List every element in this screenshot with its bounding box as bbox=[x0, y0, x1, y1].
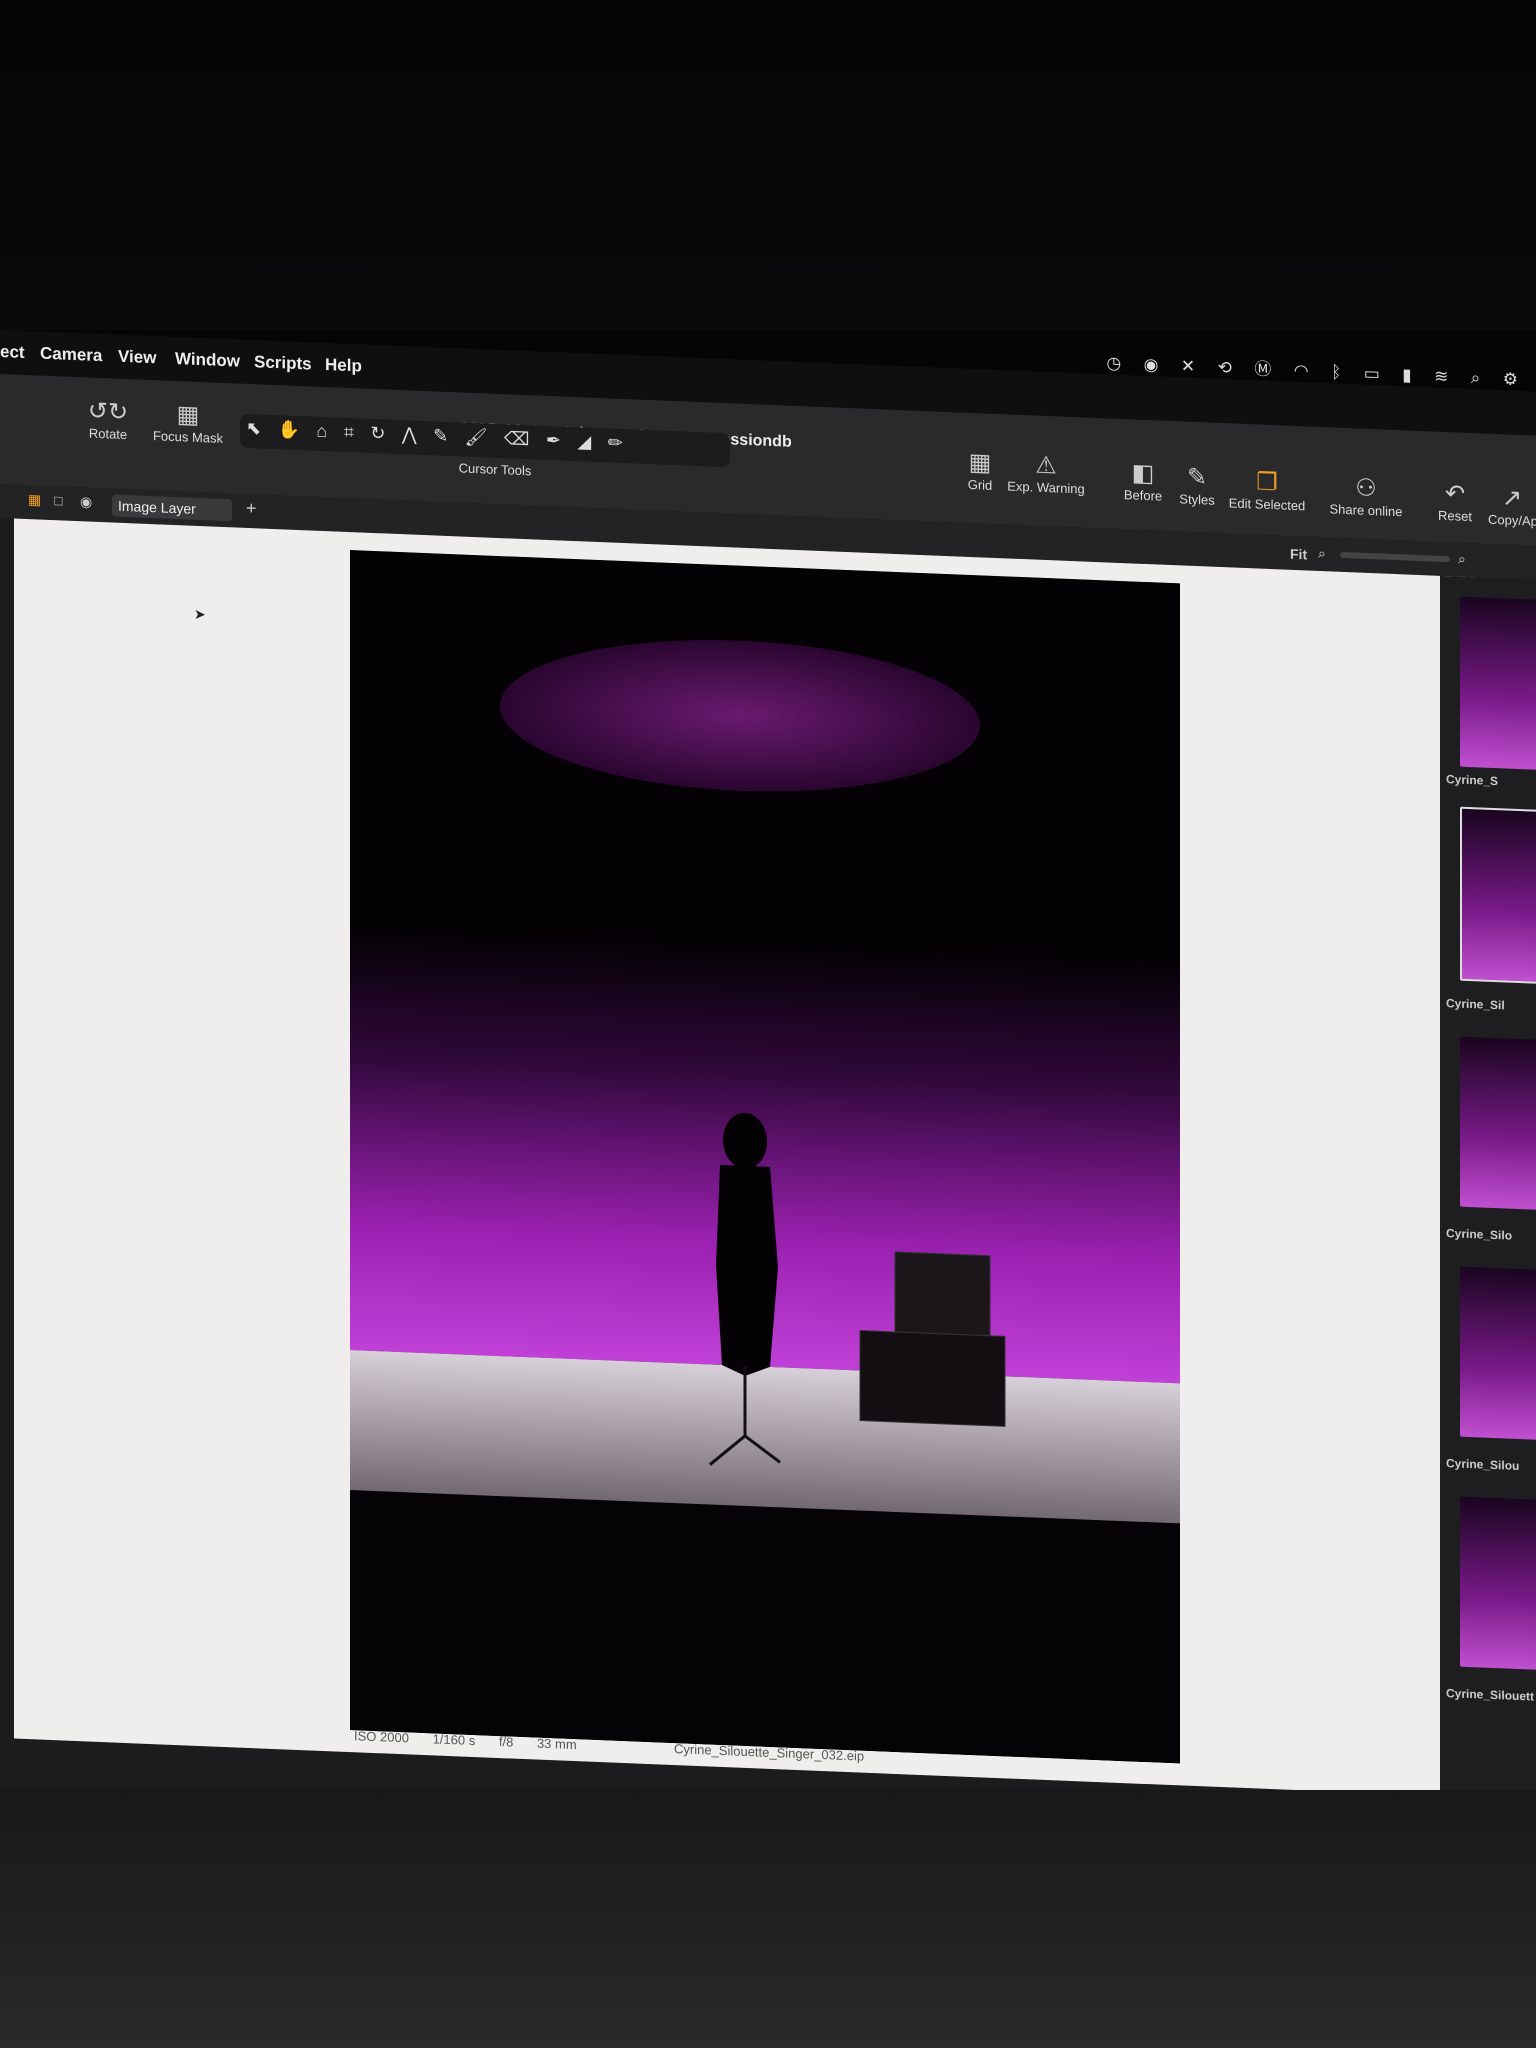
rotate-label: Rotate bbox=[88, 425, 128, 443]
iso-value: ISO 2000 bbox=[354, 1728, 409, 1746]
zoom-in-icon[interactable]: ⌕ bbox=[1458, 551, 1466, 568]
thumbnail[interactable] bbox=[1460, 1036, 1536, 1210]
control-center-icon[interactable]: ⚙ bbox=[1503, 369, 1518, 390]
rotate-icon: ↺↻ bbox=[87, 397, 129, 427]
focus-mask-button[interactable]: ▦ Focus Mask bbox=[148, 400, 228, 446]
cursor-tools-label: Cursor Tools bbox=[458, 460, 532, 479]
edit-selected-label: Edit Selected bbox=[1228, 495, 1306, 514]
zoom-slider[interactable] bbox=[1340, 551, 1450, 563]
thumbnail-browser: Cyrine_S Cyrine_Sil Cyrine_Silo Cyrine_S… bbox=[1440, 575, 1536, 1800]
mute-icon[interactable]: ✕ bbox=[1181, 356, 1195, 377]
crop-tool-icon[interactable]: ⌗ bbox=[344, 422, 354, 443]
thumbnail-label: Cyrine_Silo bbox=[1446, 1226, 1513, 1243]
search-icon[interactable]: ⌕ bbox=[1471, 368, 1481, 388]
focus-mask-label: Focus Mask bbox=[152, 428, 224, 446]
grid-button[interactable]: ▦ Grid bbox=[960, 449, 1000, 494]
battery-icon[interactable]: ▮ bbox=[1402, 365, 1411, 385]
reset-icon: ↶ bbox=[1444, 480, 1466, 508]
picker-tool-icon[interactable]: ✎ bbox=[433, 425, 448, 447]
thumbnail-selected[interactable] bbox=[1460, 806, 1536, 985]
styles-label: Styles bbox=[1179, 491, 1215, 508]
app-icon[interactable]: Ⓜ bbox=[1254, 354, 1271, 380]
layer-select[interactable]: Image Layer bbox=[112, 494, 232, 522]
thumbnail-label: Cyrine_Silouett bbox=[1446, 1686, 1535, 1704]
app-screen: ect Camera View Window Scripts Help ◷ ◉ … bbox=[0, 330, 1536, 1852]
loupe-tool-icon[interactable]: ⌂ bbox=[316, 421, 327, 442]
select-tool-icon[interactable]: ⬉ bbox=[246, 418, 261, 440]
rotate-tool-icon[interactable]: ↻ bbox=[370, 423, 385, 445]
styles-button[interactable]: ✎ Styles bbox=[1172, 463, 1222, 508]
menu-item-window[interactable]: Window bbox=[175, 349, 240, 372]
annotate-tool-icon[interactable]: ✏ bbox=[608, 432, 623, 454]
grid-view-icon[interactable]: ▦ bbox=[28, 491, 41, 509]
exp-warning-button[interactable]: ⚠ Exp. Warning bbox=[1006, 450, 1086, 497]
reset-label: Reset bbox=[1438, 507, 1472, 525]
menu-item-view[interactable]: View bbox=[118, 347, 156, 369]
eraser-tool-icon[interactable]: ⌫ bbox=[504, 428, 529, 450]
menu-item-help[interactable]: Help bbox=[325, 355, 362, 376]
share-online-button[interactable]: ⚇ Share online bbox=[1326, 473, 1406, 519]
bluetooth-icon[interactable]: ᛒ bbox=[1331, 362, 1341, 382]
stage-image bbox=[350, 550, 1180, 1764]
main-photo[interactable] bbox=[350, 550, 1180, 1764]
history-icon[interactable]: ⟲ bbox=[1218, 358, 1232, 379]
eye-icon[interactable]: ◉ bbox=[80, 493, 92, 510]
thumbnail[interactable] bbox=[1460, 1266, 1536, 1440]
gradient-tool-icon[interactable]: ◢ bbox=[577, 431, 591, 453]
thumbnail-label: Cyrine_Silou bbox=[1446, 1456, 1520, 1474]
before-label: Before bbox=[1123, 487, 1163, 504]
reset-button[interactable]: ↶ Reset bbox=[1430, 479, 1480, 524]
menu-item-scripts[interactable]: Scripts bbox=[254, 352, 312, 374]
copy-apply-label: Copy/Ap bbox=[1488, 511, 1536, 529]
shutter-value: 1/160 s bbox=[432, 1731, 476, 1749]
edit-selected-icon: ❐ bbox=[1256, 468, 1278, 497]
edit-selected-button[interactable]: ❐ Edit Selected bbox=[1222, 467, 1312, 514]
wifi-icon[interactable]: ≋ bbox=[1434, 367, 1448, 388]
zoom-out-icon[interactable]: ⌕ bbox=[1318, 545, 1326, 562]
share-icon: ⚇ bbox=[1355, 474, 1377, 503]
grid-icon: ▦ bbox=[968, 448, 992, 477]
thumbnail[interactable] bbox=[1460, 1496, 1536, 1670]
pen-tool-icon[interactable]: ✒ bbox=[546, 430, 561, 452]
keystone-tool-icon[interactable]: ⋀ bbox=[402, 424, 417, 446]
rotate-button[interactable]: ↺↻ Rotate bbox=[78, 397, 138, 443]
mouse-pointer-icon: ➤ bbox=[194, 605, 206, 623]
aperture-value: f/8 bbox=[498, 1734, 514, 1750]
pan-tool-icon[interactable]: ✋ bbox=[278, 419, 300, 441]
before-icon: ◧ bbox=[1131, 459, 1155, 488]
image-viewer: ISO 2000 1/160 s f/8 33 mm Cyrine_Siloue… bbox=[14, 518, 1474, 1798]
display-icon[interactable]: ▭ bbox=[1364, 364, 1380, 385]
add-layer-icon[interactable]: + bbox=[246, 498, 257, 519]
arc-icon[interactable]: ◠ bbox=[1294, 361, 1309, 382]
monitor-bezel-top bbox=[0, 0, 1536, 330]
copy-apply-icon: ↗ bbox=[1501, 484, 1523, 513]
warning-icon: ⚠ bbox=[1035, 451, 1057, 480]
single-view-icon[interactable]: □ bbox=[54, 492, 62, 508]
menu-item-select[interactable]: ect bbox=[0, 342, 25, 363]
clock-icon[interactable]: ◷ bbox=[1106, 353, 1121, 374]
monitor-bezel-bottom bbox=[0, 1790, 1536, 2048]
brush-tool-icon[interactable]: 🖌 bbox=[465, 427, 488, 449]
share-online-label: Share online bbox=[1329, 501, 1403, 520]
before-button[interactable]: ◧ Before bbox=[1118, 459, 1168, 504]
thumbnail[interactable] bbox=[1460, 596, 1536, 770]
focal-length-value: 33 mm bbox=[536, 1735, 577, 1753]
thumbnail-label: Cyrine_Sil bbox=[1446, 996, 1505, 1013]
styles-icon: ✎ bbox=[1186, 463, 1208, 492]
focus-mask-icon: ▦ bbox=[176, 401, 200, 430]
copy-apply-button[interactable]: ↗ Copy/Ap bbox=[1488, 484, 1536, 529]
menu-item-camera[interactable]: Camera bbox=[40, 344, 102, 367]
fit-label: Fit bbox=[1290, 545, 1308, 563]
grid-label: Grid bbox=[967, 476, 993, 493]
record-icon[interactable]: ◉ bbox=[1144, 355, 1159, 376]
exp-warning-label: Exp. Warning bbox=[1007, 478, 1085, 497]
thumbnail-label: Cyrine_S bbox=[1446, 772, 1499, 789]
